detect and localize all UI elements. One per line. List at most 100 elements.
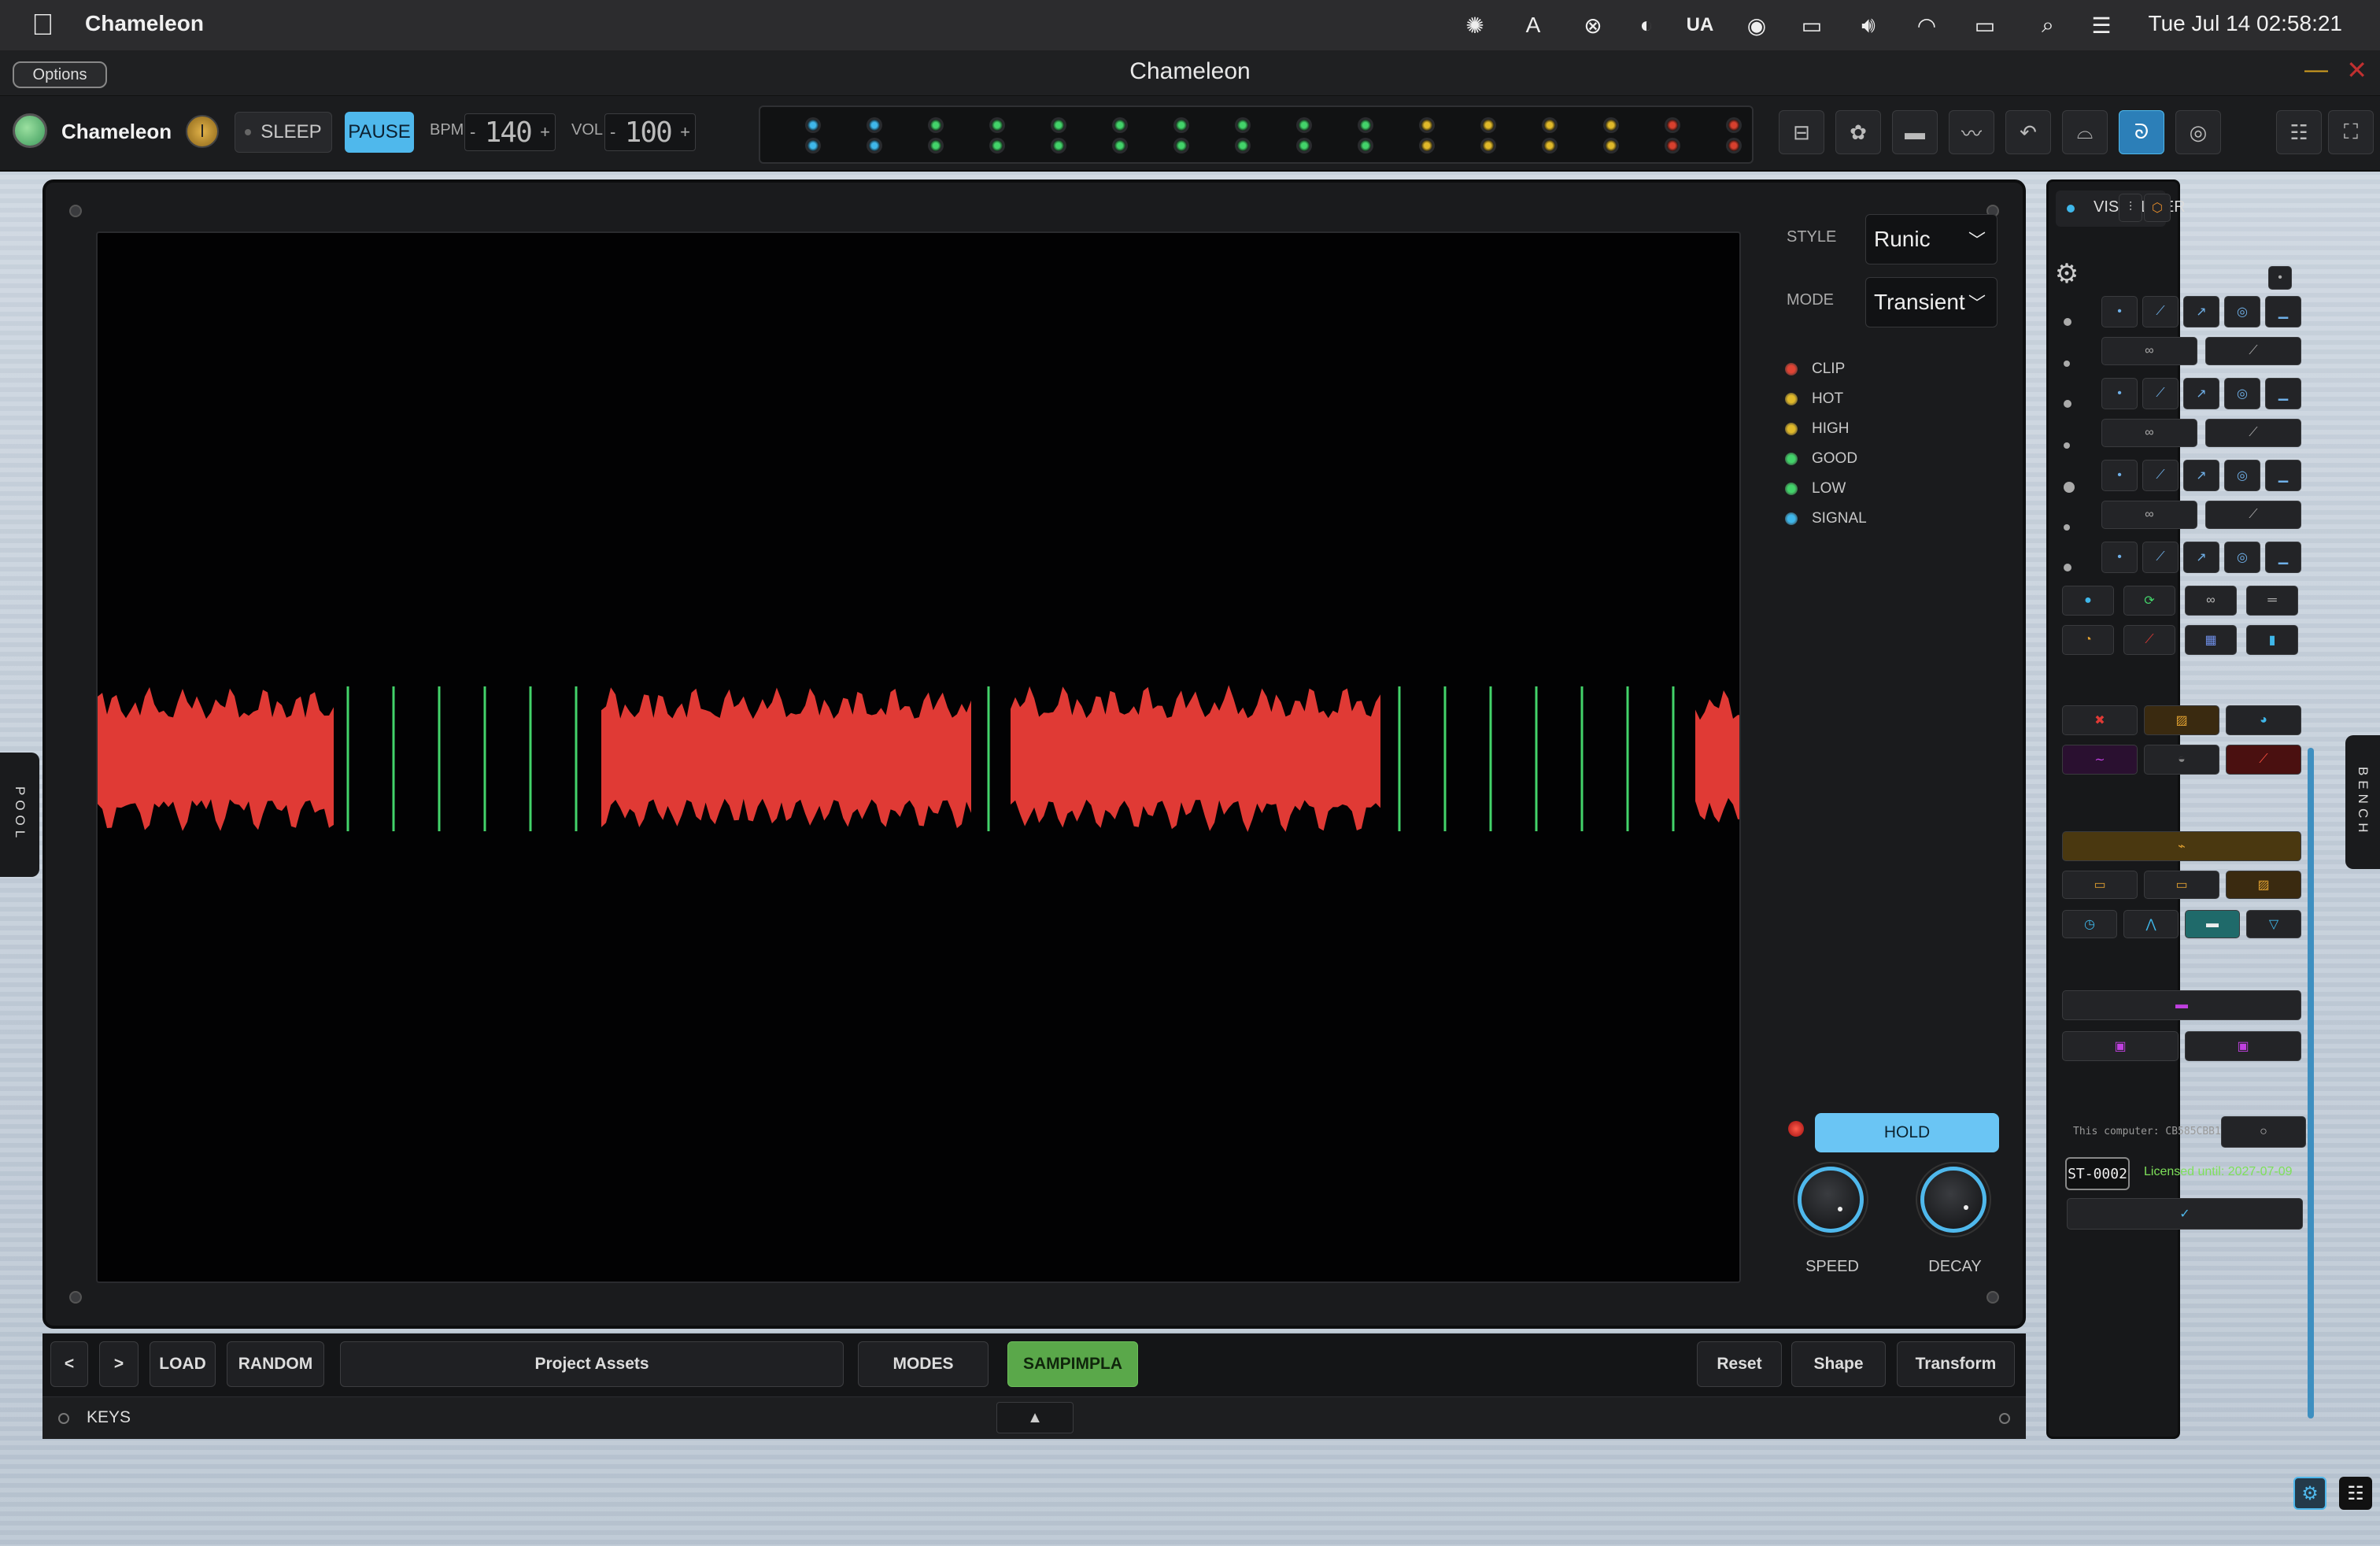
hexagon-icon[interactable]: ⬡ [2144,194,2171,222]
bpm-decrement-button[interactable]: - [470,122,475,142]
power-button[interactable]: ǀ [186,115,219,148]
fx-button[interactable]: ✖ [2062,705,2138,735]
apple-menu-icon[interactable]:  [31,8,54,43]
loop-button[interactable]: ∞ [2101,419,2197,447]
visualizer-settings-button[interactable]: ⫶ [2119,194,2142,222]
load-button[interactable]: LOAD [150,1341,216,1387]
license-code[interactable]: ST-0002 [2065,1157,2130,1190]
project-assets-button[interactable]: Project Assets [340,1341,844,1387]
mixer-dock-icon[interactable]: ☷ [2339,1477,2372,1510]
preset-button[interactable]: ▮ [2246,625,2298,655]
shape-button[interactable]: Shape [1791,1341,1886,1387]
vol-increment-button[interactable]: + [680,122,690,142]
search-icon[interactable]: ⌕ [2034,11,2062,39]
modes-button[interactable]: MODES [858,1341,989,1387]
folder-icon[interactable]: ⊟ [1779,110,1824,154]
preset-button[interactable]: ∞ [2185,586,2237,616]
mode-button[interactable]: ◎ [2224,460,2260,491]
mode-button[interactable]: • [2101,460,2138,491]
style-dropdown[interactable]: Runic ﹀ [1865,214,1998,264]
mode-button[interactable]: • [2101,542,2138,573]
preset-button[interactable]: ▦ [2185,625,2237,655]
waveform-display[interactable] [96,231,1741,1283]
mode-button[interactable]: ↗ [2183,296,2219,327]
refresh-button[interactable]: ○ [2221,1116,2306,1148]
mode-button[interactable]: ⟋ [2142,460,2179,491]
shoe-icon[interactable]: ⌓ [2062,110,2108,154]
settings-dock-icon[interactable]: ⚙ [2293,1477,2326,1510]
mode-button[interactable]: ▁ [2265,378,2301,409]
mode-button[interactable]: • [2101,296,2138,327]
wifi-icon[interactable]: ◠ [1913,11,1941,39]
hold-button[interactable]: HOLD [1815,1113,1999,1152]
user-icon[interactable]: ◉ [1743,11,1771,39]
fx-button[interactable]: ▣ [2185,1031,2301,1061]
curve-button[interactable]: ⟋ [2205,501,2301,529]
fx-button[interactable]: ▬ [2062,990,2301,1020]
mode-button[interactable]: ⟋ [2142,378,2179,409]
volume-icon[interactable]: 🔊︎ [1854,11,1883,39]
fx-button[interactable]: ◕ [2226,705,2301,735]
loop-button[interactable]: ∞ [2101,501,2197,529]
fx-button[interactable]: ◒ [2144,745,2219,775]
small-toggle-button[interactable]: • [2268,266,2292,290]
spiral-icon[interactable]: ᘐ [2119,110,2164,154]
mode-button[interactable]: ◎ [2224,296,2260,327]
preset-button[interactable]: ◔ [2062,625,2114,655]
keyboard-layout[interactable]: UA [1686,11,1714,39]
battery-icon[interactable]: ▭ [1971,11,1999,39]
keys-expand-button[interactable]: ▲ [996,1402,1074,1433]
flower-icon[interactable]: ✿ [1835,110,1881,154]
mode-button[interactable]: ↗ [2183,460,2219,491]
mode-button[interactable]: ↗ [2183,378,2219,409]
pause-button[interactable]: PAUSE [345,112,414,153]
preset-button[interactable]: ● [2062,586,2114,616]
speed-knob[interactable] [1798,1167,1864,1233]
fx-button[interactable]: ⋀ [2123,910,2179,938]
vol-stepper[interactable]: - 100 + [604,113,696,151]
transform-button[interactable]: Transform [1897,1341,2015,1387]
right-panel-scrollbar[interactable] [2308,748,2314,1418]
reset-button[interactable]: Reset [1697,1341,1782,1387]
fx-button[interactable]: ⟋ [2226,745,2301,775]
minimize-icon[interactable]: — [2304,57,2328,83]
pool-tab[interactable]: POOL [0,753,39,877]
mode-button[interactable]: ↗ [2183,542,2219,573]
bpm-stepper[interactable]: - 140 + [464,113,556,151]
mode-dropdown[interactable]: Transient ﹀ [1865,277,1998,327]
menubar-clock[interactable]: Tue Jul 14 02:58:21 [2149,11,2342,36]
curve-button[interactable]: ⟋ [2205,337,2301,365]
confirm-button[interactable]: ✓ [2067,1198,2303,1230]
sampimpla-button[interactable]: SAMPIMPLA [1007,1341,1138,1387]
next-button[interactable]: > [99,1341,139,1387]
mode-button[interactable]: ▁ [2265,460,2301,491]
curve-icon[interactable]: ↶ [2005,110,2051,154]
contrast-icon[interactable]: ◐ [1632,11,1661,39]
mode-button[interactable]: ▁ [2265,542,2301,573]
fx-button[interactable]: ▽ [2246,910,2301,938]
random-button[interactable]: RANDOM [227,1341,324,1387]
fx-button[interactable]: ▣ [2062,1031,2179,1061]
decay-knob[interactable] [1920,1167,1986,1233]
chatgpt-icon[interactable]: ✺ [1461,11,1489,39]
sleep-button[interactable]: SLEEP [235,112,332,153]
mode-button[interactable]: • [2101,378,2138,409]
vol-decrement-button[interactable]: - [610,122,615,142]
font-a-icon[interactable]: A [1519,11,1547,39]
preset-button[interactable]: ⟳ [2123,586,2175,616]
control-center-icon[interactable]: ☰ [2087,11,2116,39]
bpm-increment-button[interactable]: + [540,122,550,142]
fx-button[interactable]: ▨ [2144,705,2219,735]
fx-button[interactable]: ▬ [2185,910,2240,938]
vpn-icon[interactable]: ⊗ [1579,11,1607,39]
display-icon[interactable]: ▭ [1798,11,1826,39]
fx-button[interactable]: ∼ [2062,745,2138,775]
close-icon[interactable]: ✕ [2346,55,2367,85]
curve-button[interactable]: ⟋ [2205,419,2301,447]
fullscreen-icon[interactable]: ⛶ [2328,110,2374,154]
mode-button[interactable]: ⟋ [2142,296,2179,327]
fx-button[interactable]: ◷ [2062,910,2117,938]
fx-button[interactable]: ▨ [2226,871,2301,899]
bars-icon[interactable]: ▬ [1892,110,1938,154]
mixer-icon[interactable]: ☷ [2276,110,2322,154]
